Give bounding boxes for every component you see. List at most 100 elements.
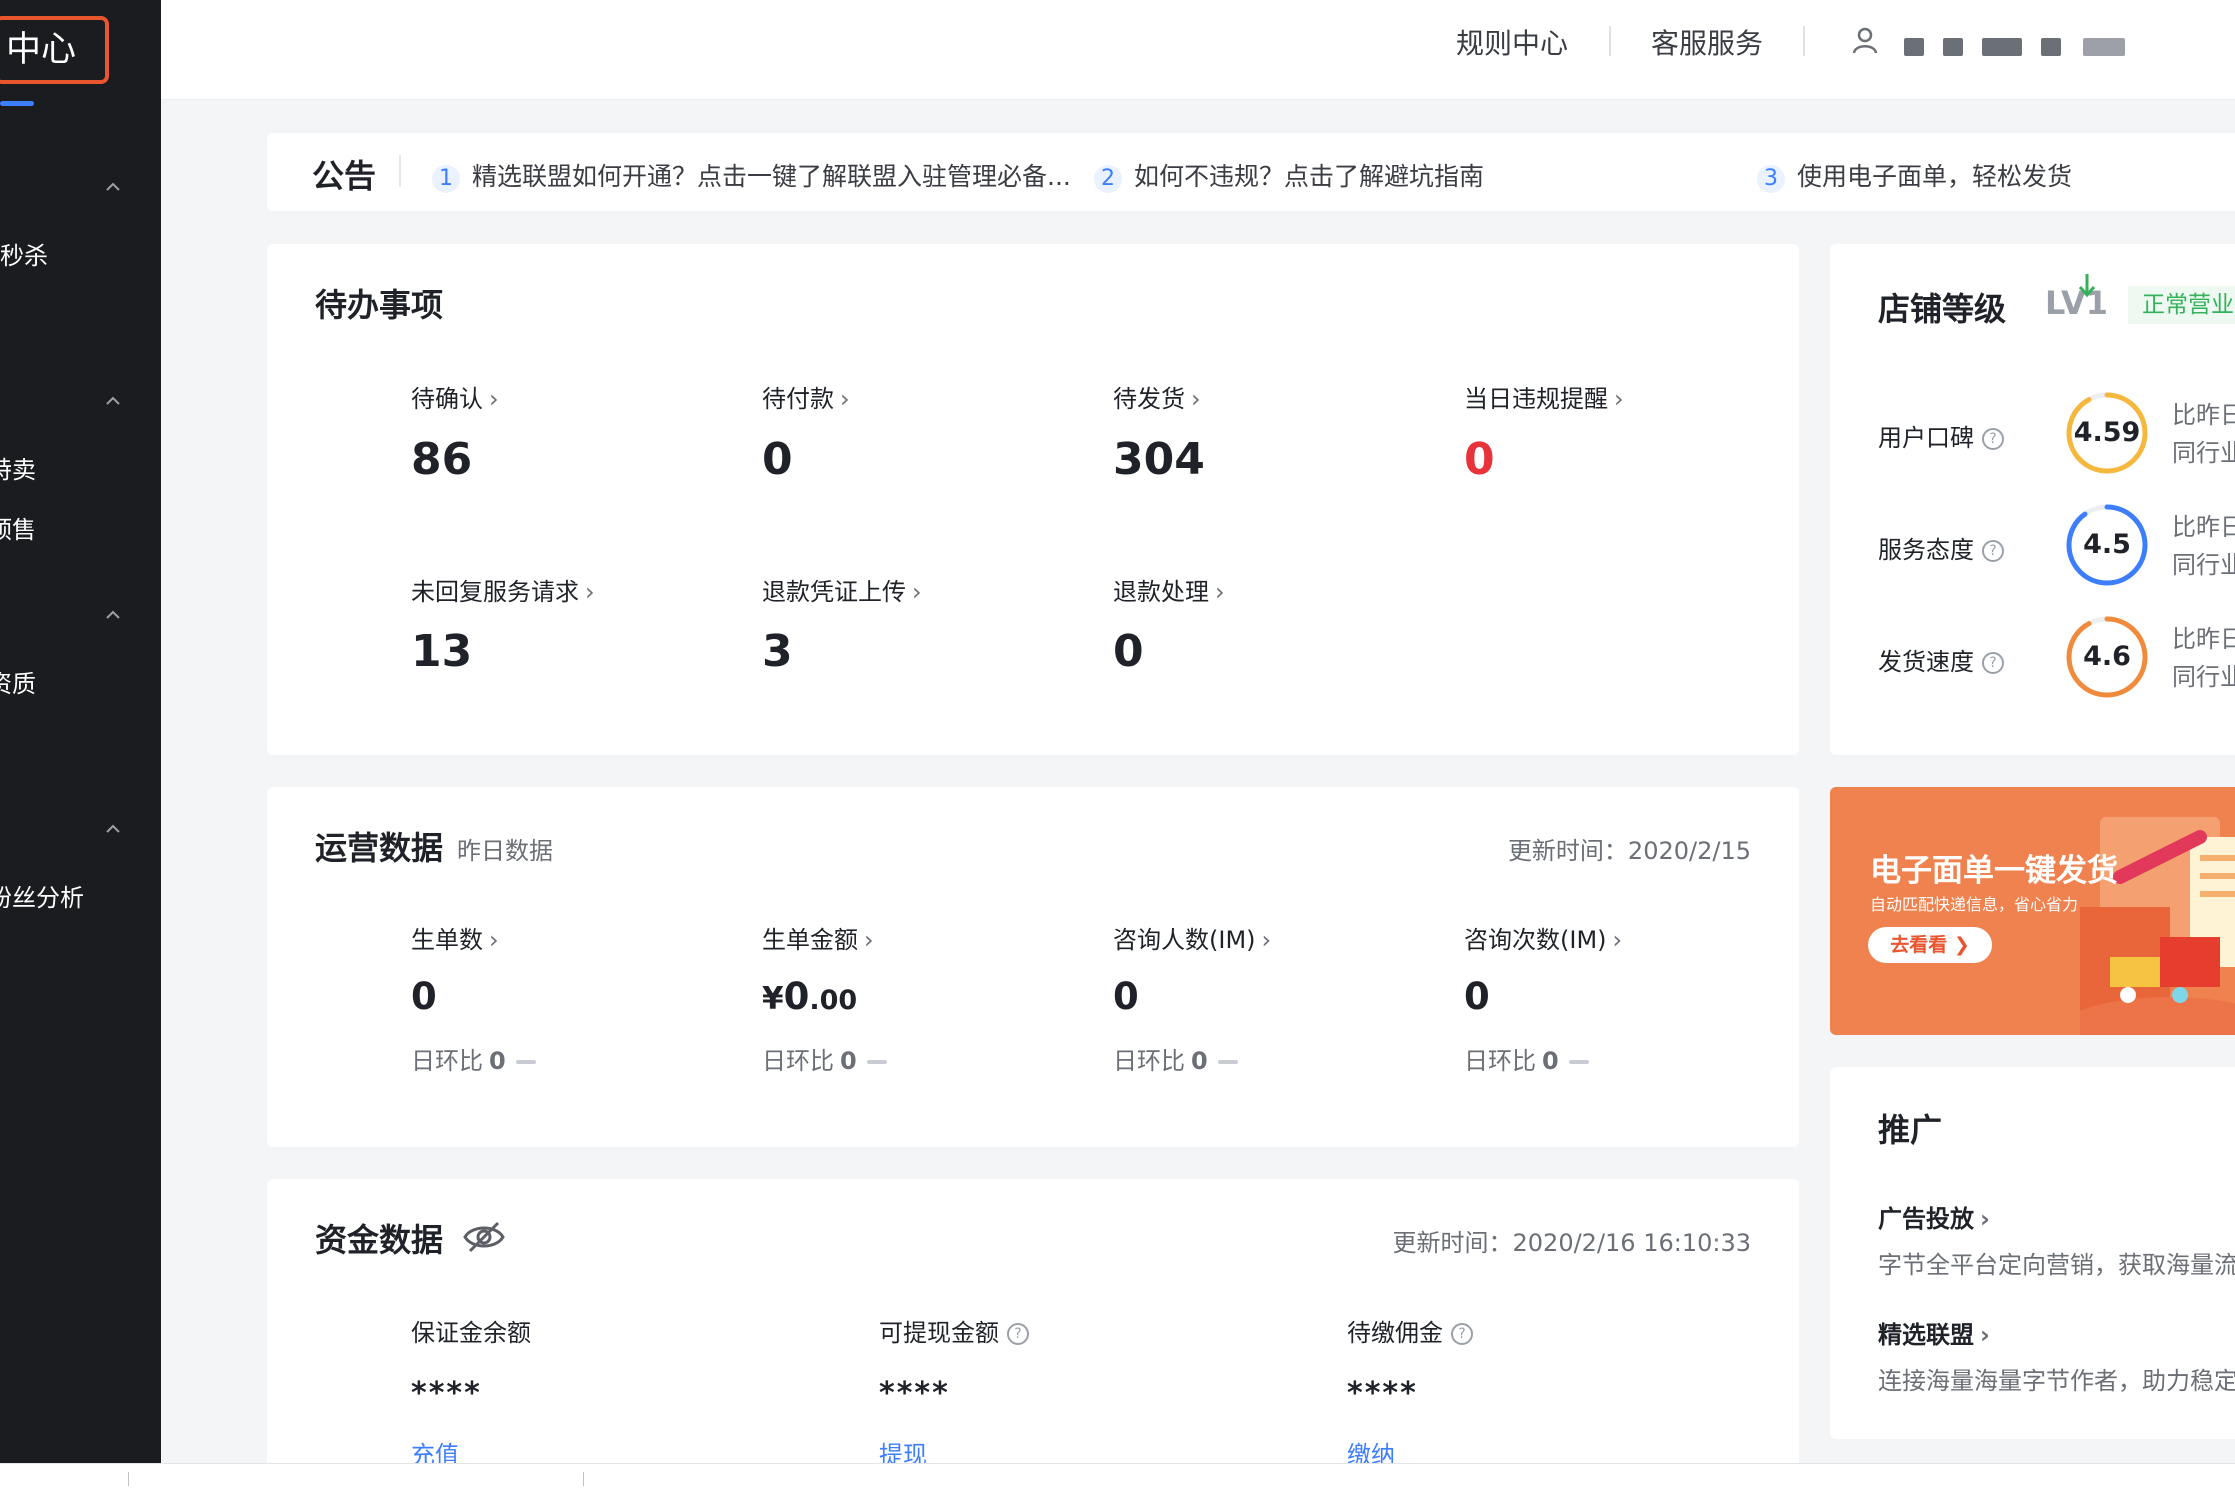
ops-orders-value: 0 <box>411 975 437 1018</box>
hide-eye-icon[interactable] <box>462 1219 506 1255</box>
todo-pending-payment-value: 0 <box>762 434 793 485</box>
ratio-label: 日环比 <box>762 1047 834 1075</box>
e-waybill-banner[interactable]: 电子面单一键发货 自动匹配快递信息，省心省力 去看看 ❯ <box>1830 787 2235 1035</box>
status-divider <box>128 1472 129 1486</box>
help-icon[interactable]: ? <box>1982 540 2004 562</box>
todo-refund-processing-link[interactable]: 退款处理 › <box>1113 572 1225 607</box>
sidebar-item-presale[interactable]: 预售 <box>0 510 36 545</box>
amount-integer: 0 <box>783 975 810 1018</box>
todo-pending-shipment-value: 304 <box>1113 434 1205 485</box>
chevron-right-icon: › <box>912 578 922 606</box>
customer-service-link[interactable]: 客服服务 <box>1651 22 1763 62</box>
sidebar-brand[interactable]: 中心 <box>0 16 109 84</box>
compare-industry-text: 同行业 <box>2172 663 2235 691</box>
pending-commission-value: **** <box>1347 1376 1418 1411</box>
flat-trend-icon <box>515 1060 536 1064</box>
notice-text: 使用电子面单，轻松发货 <box>1797 162 2073 191</box>
rating-label-text: 用户口碑 <box>1878 424 1974 452</box>
help-icon[interactable]: ? <box>1982 428 2004 450</box>
chevron-right-icon: › <box>1614 385 1624 413</box>
operations-update-time: 更新时间：2020/2/15 <box>1507 837 1751 865</box>
todo-refund-voucher-link[interactable]: 退款凭证上传 › <box>762 572 922 607</box>
withdrawable-amount-label: 可提现金额? <box>879 1313 1029 1348</box>
todo-pending-shipment-link[interactable]: 待发货 › <box>1113 379 1201 414</box>
sidebar-item-qualification[interactable]: 资质 <box>0 664 36 699</box>
ops-im-sessions-value: 0 <box>1464 975 1490 1018</box>
todo-pending-confirm-value: 86 <box>411 434 473 485</box>
brand-label: 中心 <box>6 30 77 70</box>
todo-violation-reminder-value: 0 <box>1464 434 1495 485</box>
header-divider <box>1803 26 1805 56</box>
ratio-label: 日环比 <box>411 1047 483 1075</box>
ops-order-amount-link[interactable]: 生单金额 › <box>762 920 874 955</box>
sidebar-item-fans-analysis[interactable]: 粉丝分析 <box>0 878 84 913</box>
withdrawable-amount-value: **** <box>879 1376 950 1411</box>
metric-label-text: 咨询人数(IM) <box>1113 926 1256 954</box>
pending-commission-label: 待缴佣金? <box>1347 1313 1473 1348</box>
help-icon[interactable]: ? <box>1982 652 2004 674</box>
banner-go-button[interactable]: 去看看 ❯ <box>1868 927 1992 963</box>
funds-card: 资金数据 更新时间：2020/2/16 16:10:33 保证金余额 **** … <box>267 1179 1799 1469</box>
notice-title: 公告 <box>312 157 377 195</box>
help-icon[interactable]: ? <box>1007 1323 1029 1345</box>
flat-trend-icon <box>1568 1060 1589 1064</box>
ops-im-sessions-link[interactable]: 咨询次数(IM) › <box>1464 920 1622 955</box>
help-icon[interactable]: ? <box>1451 1323 1473 1345</box>
todo-title: 待办事项 <box>315 286 444 324</box>
deposit-balance-value: **** <box>411 1376 482 1411</box>
collapse-caret-icon[interactable] <box>102 604 124 626</box>
todo-violation-reminder-link[interactable]: 当日违规提醒 › <box>1464 379 1624 414</box>
rating-label-service: 服务态度? <box>1878 530 2004 565</box>
notice-number: 2 <box>1094 165 1122 193</box>
level-down-arrow-icon <box>2078 274 2096 298</box>
notice-number: 1 <box>432 165 460 193</box>
ops-orders-ratio: 日环比 0 <box>411 1041 536 1076</box>
rules-center-link[interactable]: 规则中心 <box>1456 22 1568 62</box>
todo-unreplied-service-link[interactable]: 未回复服务请求 › <box>411 572 595 607</box>
promo-ads-desc: 字节全平台定向营销，获取海量流 <box>1878 1251 2235 1279</box>
todo-unreplied-service-value: 13 <box>411 626 473 677</box>
todo-pending-confirm-link[interactable]: 待确认 › <box>411 379 499 414</box>
compare-yesterday-text: 比昨日 <box>2172 401 2235 429</box>
notice-item[interactable]: 1 精选联盟如何开通？点击一键了解联盟入驻管理必备... <box>432 157 1071 193</box>
rating-value-shipping: 4.6 <box>2083 641 2131 672</box>
chevron-right-icon: › <box>1261 926 1272 954</box>
ops-im-visitors-value: 0 <box>1113 975 1139 1018</box>
flat-trend-icon <box>1217 1060 1238 1064</box>
collapse-caret-icon[interactable] <box>102 390 124 412</box>
fund-label-text: 可提现金额 <box>879 1319 999 1347</box>
redacted-username <box>1904 38 1924 56</box>
ops-im-visitors-link[interactable]: 咨询人数(IM) › <box>1113 920 1271 955</box>
promo-alliance-desc: 连接海量海量字节作者，助力稳定 <box>1878 1367 2235 1395</box>
user-avatar-icon[interactable] <box>1847 22 1883 58</box>
sidebar-item-seckill[interactable]: 秒杀 <box>0 236 48 271</box>
metric-label-text: 待发货 <box>1113 385 1185 413</box>
metric-label-text: 生单数 <box>411 926 483 954</box>
compare-yesterday-text: 比昨日 <box>2172 625 2235 653</box>
sidebar: 中心 秒杀 特卖 预售 资质 粉丝分析 <box>0 0 161 1463</box>
notice-item[interactable]: 2 如何不违规？点击了解避坑指南 <box>1094 157 1484 193</box>
ops-orders-link[interactable]: 生单数 › <box>411 920 499 955</box>
todo-pending-payment-link[interactable]: 待付款 › <box>762 379 850 414</box>
metric-label-text: 未回复服务请求 <box>411 578 579 606</box>
metric-label-text: 退款处理 <box>1113 578 1209 606</box>
rating-value-service: 4.5 <box>2083 529 2131 560</box>
promo-label-text: 精选联盟 <box>1878 1321 1974 1349</box>
shipping-illustration-icon <box>2080 817 2235 1035</box>
notice-divider <box>399 155 401 187</box>
redacted-username <box>2083 38 2125 56</box>
metric-label-text: 生单金额 <box>762 926 858 954</box>
promotion-title: 推广 <box>1878 1111 1943 1149</box>
ratio-value: 0 <box>840 1047 857 1075</box>
promo-ads-link[interactable]: 广告投放 › <box>1878 1199 1990 1234</box>
collapse-caret-icon[interactable] <box>102 818 124 840</box>
sidebar-item-special-sale[interactable]: 特卖 <box>0 450 36 485</box>
chevron-right-icon: › <box>840 385 850 413</box>
chevron-right-icon: › <box>1980 1321 1990 1349</box>
promotion-card: 推广 广告投放 › 字节全平台定向营销，获取海量流 精选联盟 › 连接海量海量字节作… <box>1830 1067 2235 1439</box>
collapse-caret-icon[interactable] <box>102 176 124 198</box>
notice-item[interactable]: 3 使用电子面单，轻松发货 <box>1757 157 2072 193</box>
ratio-label: 日环比 <box>1464 1047 1536 1075</box>
deposit-balance-label: 保证金余额 <box>411 1319 531 1347</box>
promo-alliance-link[interactable]: 精选联盟 › <box>1878 1315 1990 1350</box>
